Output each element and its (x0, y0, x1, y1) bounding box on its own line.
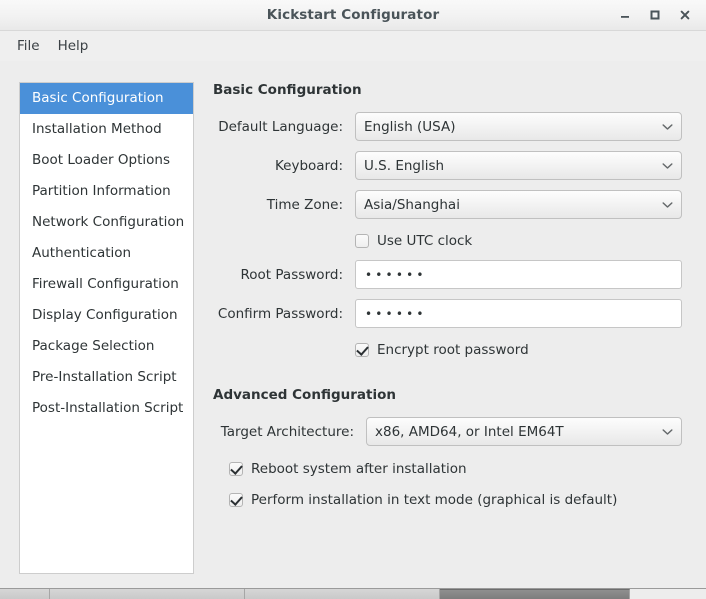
encrypt-root-password-label: Encrypt root password (377, 342, 529, 358)
chevron-down-icon (662, 123, 673, 131)
keyboard-select[interactable]: U.S. English (355, 151, 682, 180)
text-mode-installation-checkbox[interactable]: Perform installation in text mode (graph… (229, 486, 693, 513)
window-title: Kickstart Configurator (266, 7, 440, 23)
keyboard-label: Keyboard: (274, 157, 343, 174)
timezone-select[interactable]: Asia/Shanghai (355, 190, 682, 219)
sidebar-item-boot-loader-options[interactable]: Boot Loader Options (20, 145, 193, 176)
menu-item-help[interactable]: Help (49, 35, 98, 57)
taskbar[interactable] (0, 588, 706, 599)
reboot-after-installation-label: Reboot system after installation (251, 460, 467, 477)
target-architecture-label: Target Architecture: (220, 423, 354, 440)
basic-configuration-heading: Basic Configuration (213, 82, 362, 98)
default-language-row: Default Language: English (USA) (213, 111, 693, 142)
use-utc-clock-checkbox[interactable]: Use UTC clock (355, 228, 693, 254)
root-password-input[interactable]: •••••• (355, 260, 682, 289)
sidebar-item-display-configuration[interactable]: Display Configuration (20, 300, 193, 331)
confirm-password-label: Confirm Password: (217, 305, 343, 322)
reboot-after-installation-checkbox[interactable]: Reboot system after installation (229, 455, 693, 482)
default-language-label: Default Language: (218, 118, 343, 135)
default-language-value: English (USA) (364, 118, 456, 135)
checkbox-checked-icon (229, 461, 243, 476)
menu-bar: File Help (0, 31, 706, 61)
close-icon (680, 10, 690, 20)
maximize-button[interactable] (640, 0, 670, 30)
timezone-value: Asia/Shanghai (364, 196, 460, 213)
target-architecture-select[interactable]: x86, AMD64, or Intel EM64T (366, 417, 682, 446)
checkbox-checked-icon (229, 492, 243, 507)
maximize-icon (650, 10, 660, 20)
taskbar-segment-active[interactable] (440, 589, 630, 599)
sidebar-item-pre-installation-script[interactable]: Pre-Installation Script (20, 362, 193, 393)
root-password-label: Root Password: (240, 266, 343, 283)
use-utc-clock-label: Use UTC clock (377, 233, 473, 249)
encrypt-root-password-checkbox[interactable]: Encrypt root password (355, 337, 693, 363)
chevron-down-icon (662, 428, 673, 436)
target-architecture-value: x86, AMD64, or Intel EM64T (375, 423, 564, 440)
menu-item-file[interactable]: File (8, 35, 49, 57)
keyboard-row: Keyboard: U.S. English (213, 150, 693, 181)
sidebar-item-partition-information[interactable]: Partition Information (20, 176, 193, 207)
sidebar-item-firewall-configuration[interactable]: Firewall Configuration (20, 269, 193, 300)
target-architecture-row: Target Architecture: x86, AMD64, or Inte… (213, 416, 693, 447)
keyboard-value: U.S. English (364, 157, 445, 174)
taskbar-segment[interactable] (245, 589, 440, 599)
text-mode-installation-label: Perform installation in text mode (graph… (251, 491, 618, 508)
advanced-configuration-heading: Advanced Configuration (213, 387, 396, 403)
taskbar-segment[interactable] (0, 589, 50, 599)
sidebar-item-authentication[interactable]: Authentication (20, 238, 193, 269)
minimize-icon (621, 16, 629, 18)
sidebar-list[interactable]: Basic Configuration Installation Method … (19, 82, 194, 574)
main-panel: Basic Configuration Default Language: En… (213, 82, 693, 574)
minimize-button[interactable] (610, 0, 640, 30)
window-controls (610, 0, 700, 30)
checkbox-checked-icon (355, 343, 369, 357)
close-button[interactable] (670, 0, 700, 30)
chevron-down-icon (662, 201, 673, 209)
default-language-select[interactable]: English (USA) (355, 112, 682, 141)
root-password-row: Root Password: •••••• (213, 259, 693, 290)
sidebar-item-post-installation-script[interactable]: Post-Installation Script (20, 393, 193, 424)
checkbox-box-icon (355, 234, 369, 248)
sidebar-item-package-selection[interactable]: Package Selection (20, 331, 193, 362)
confirm-password-row: Confirm Password: •••••• (213, 298, 693, 329)
timezone-label: Time Zone: (266, 196, 343, 213)
taskbar-segment[interactable] (50, 589, 245, 599)
taskbar-segment[interactable] (630, 589, 706, 599)
application-window: Kickstart Configurator File Help Basic C… (0, 0, 706, 599)
timezone-row: Time Zone: Asia/Shanghai (213, 189, 693, 220)
sidebar-item-installation-method[interactable]: Installation Method (20, 114, 193, 145)
sidebar-item-network-configuration[interactable]: Network Configuration (20, 207, 193, 238)
sidebar-item-basic-configuration[interactable]: Basic Configuration (20, 83, 193, 114)
confirm-password-input[interactable]: •••••• (355, 299, 682, 328)
title-bar: Kickstart Configurator (0, 0, 706, 31)
chevron-down-icon (662, 162, 673, 170)
